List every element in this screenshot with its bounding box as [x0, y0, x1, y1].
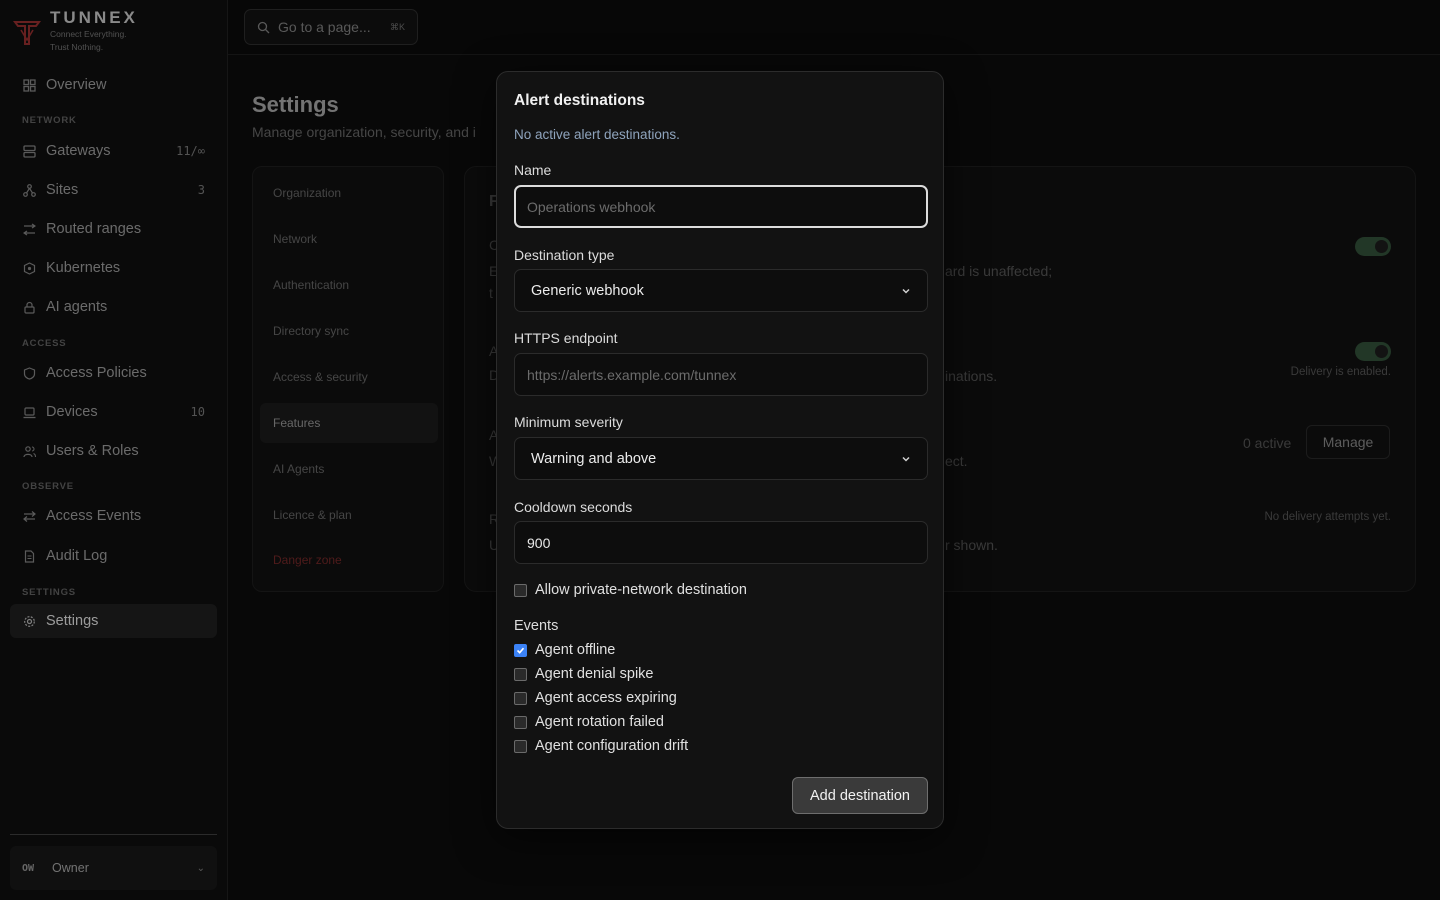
private-network-checkbox[interactable]: Allow private-network destination — [514, 582, 747, 598]
add-destination-button[interactable]: Add destination — [792, 777, 928, 814]
name-label: Name — [514, 162, 552, 178]
chevron-down-icon — [901, 286, 911, 296]
checkbox-label: Allow private-network destination — [535, 582, 747, 598]
checkbox-box[interactable] — [514, 739, 527, 753]
checkbox-label: Agent denial spike — [535, 666, 654, 682]
checkbox-label: Agent configuration drift — [535, 738, 689, 754]
alert-destinations-dialog: Alert destinations No active alert desti… — [496, 71, 944, 829]
cooldown-input[interactable] — [514, 521, 928, 564]
event-agent-configuration-drift-checkbox[interactable]: Agent configuration drift — [514, 738, 688, 754]
severity-select[interactable]: Warning and above — [514, 437, 928, 480]
endpoint-label: HTTPS endpoint — [514, 330, 618, 346]
endpoint-input[interactable] — [514, 353, 928, 396]
name-input[interactable] — [514, 185, 928, 228]
checkbox-box[interactable] — [514, 643, 527, 657]
app-root: TUNNEX Connect Everything. Trust Nothing… — [0, 0, 1440, 900]
destination-type-value: Generic webhook — [531, 282, 644, 299]
checkbox-box[interactable] — [514, 691, 527, 705]
events-label: Events — [514, 618, 559, 634]
checkbox-box[interactable] — [514, 715, 527, 729]
chevron-down-icon — [901, 454, 911, 464]
checkbox-label: Agent offline — [535, 642, 616, 658]
cooldown-label: Cooldown seconds — [514, 499, 633, 515]
destination-type-label: Destination type — [514, 247, 615, 263]
checkbox-box[interactable] — [514, 667, 527, 681]
checkbox-label: Agent rotation failed — [535, 714, 664, 730]
event-agent-offline-checkbox[interactable]: Agent offline — [514, 642, 615, 658]
event-agent-access-expiring-checkbox[interactable]: Agent access expiring — [514, 690, 677, 706]
severity-value: Warning and above — [531, 450, 657, 467]
event-agent-rotation-failed-checkbox[interactable]: Agent rotation failed — [514, 714, 664, 730]
destination-type-select[interactable]: Generic webhook — [514, 269, 928, 312]
checkbox-label: Agent access expiring — [535, 690, 677, 706]
checkbox-box[interactable] — [514, 583, 527, 597]
event-agent-denial-spike-checkbox[interactable]: Agent denial spike — [514, 666, 654, 682]
severity-label: Minimum severity — [514, 414, 623, 430]
dialog-description: No active alert destinations. — [514, 127, 680, 142]
dialog-title: Alert destinations — [514, 92, 645, 109]
